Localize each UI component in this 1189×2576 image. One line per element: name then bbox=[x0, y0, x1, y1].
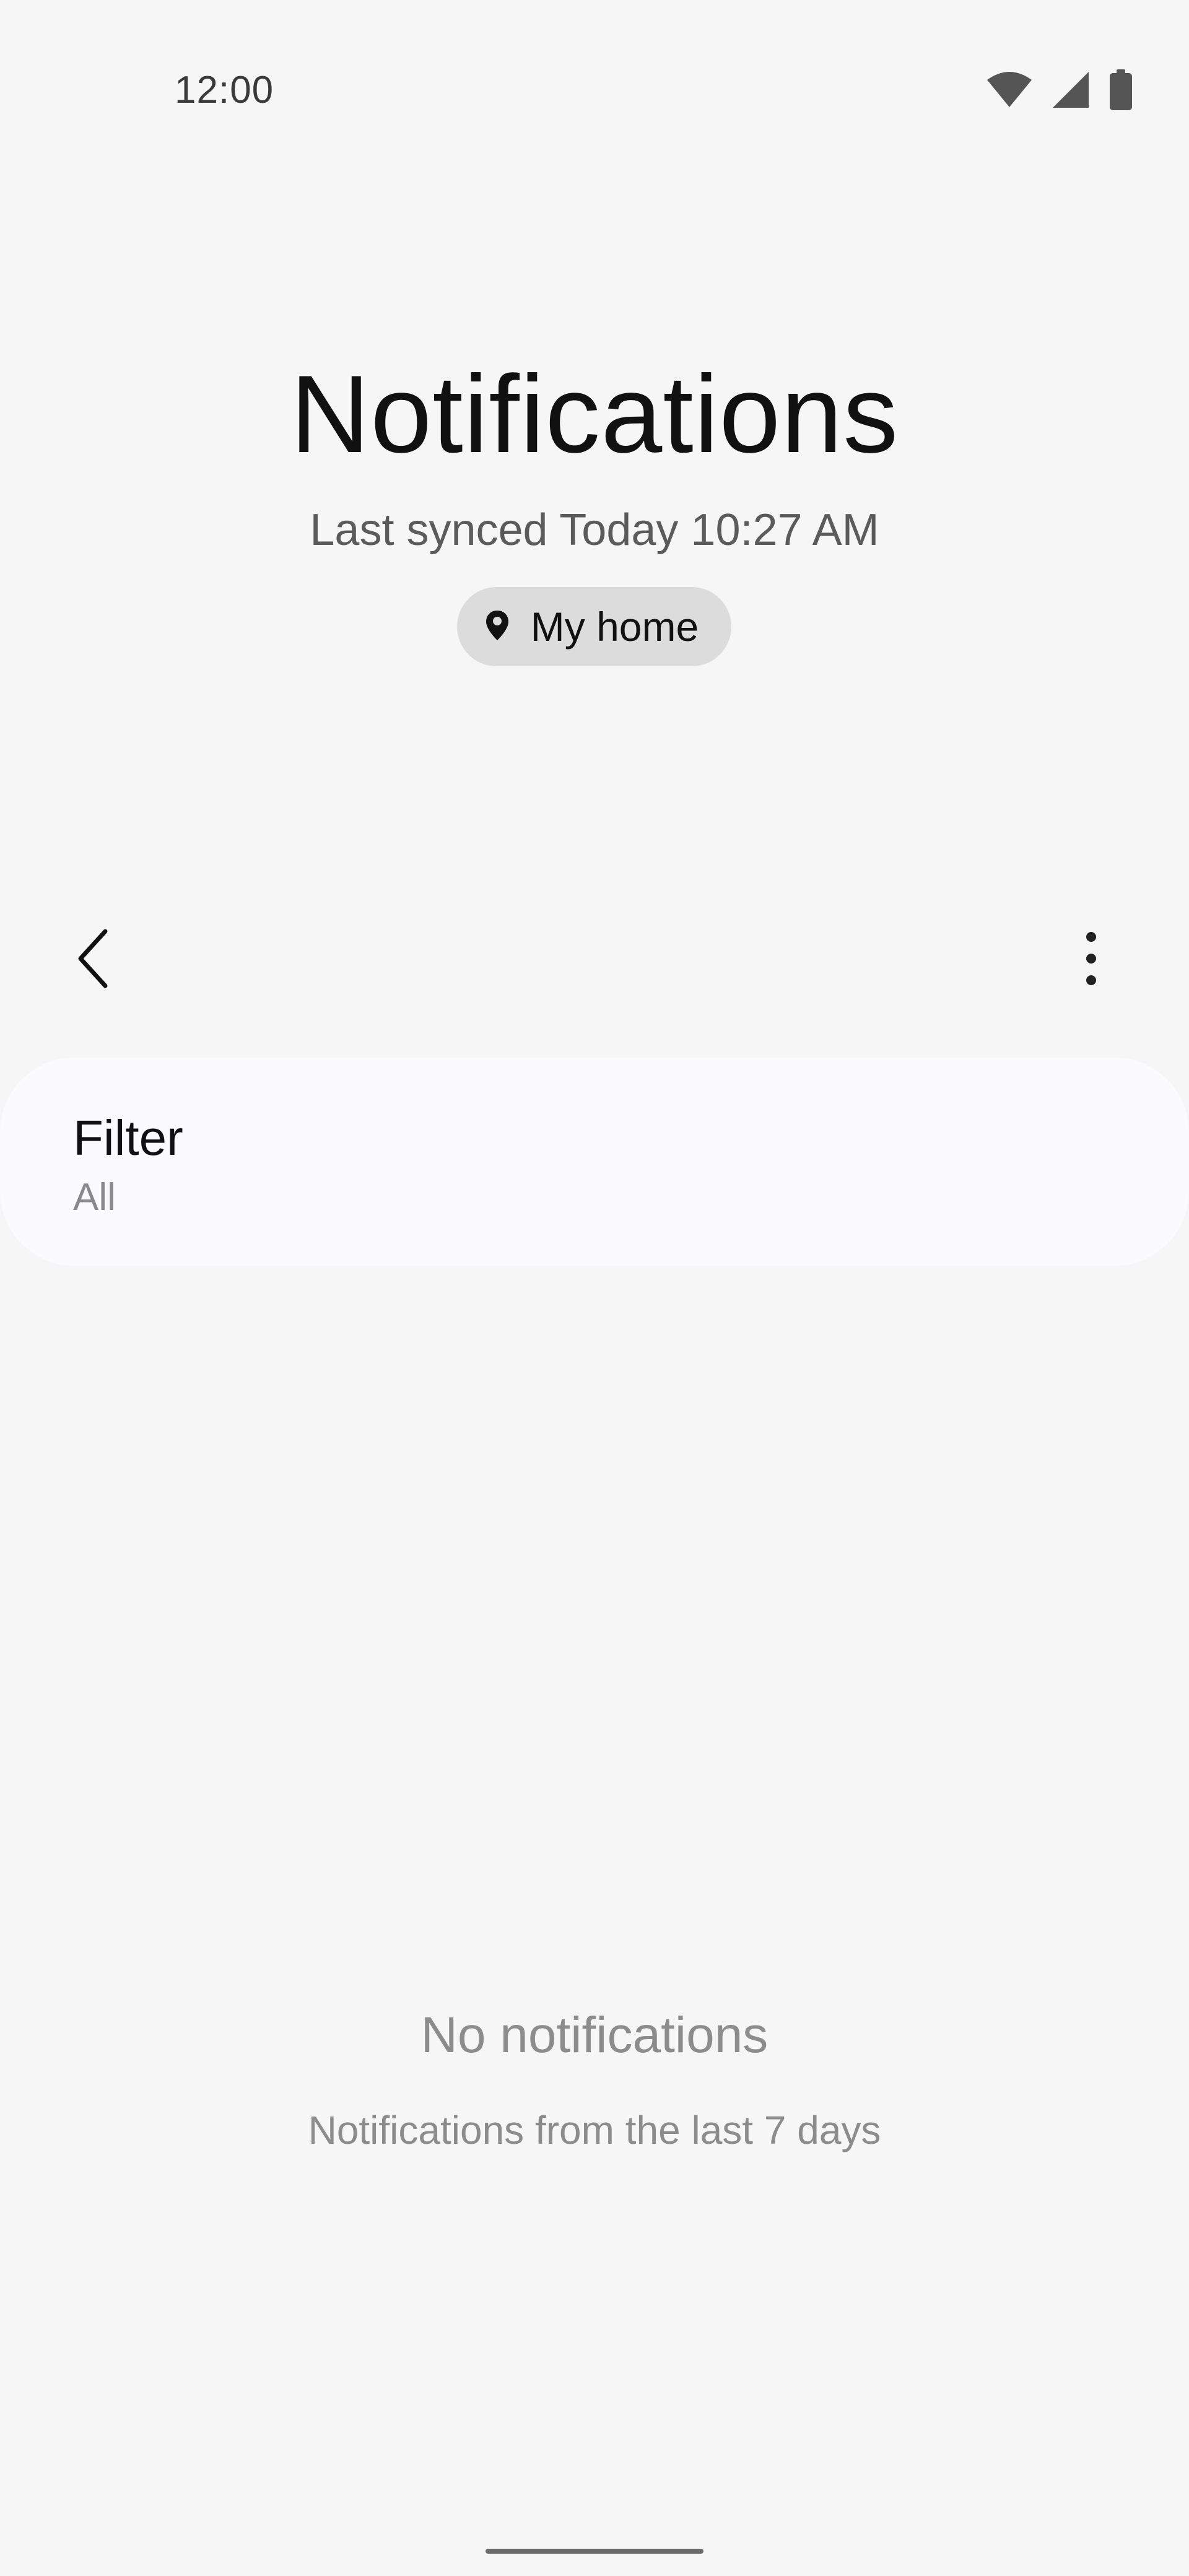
empty-state-subtitle: Notifications from the last 7 days bbox=[308, 2108, 881, 2152]
empty-state-title: No notifications bbox=[420, 2007, 769, 2063]
location-chip[interactable]: My home bbox=[457, 587, 731, 666]
page-title: Notifications bbox=[290, 352, 899, 476]
filter-value: All bbox=[73, 1176, 116, 1219]
battery-icon bbox=[1108, 69, 1133, 110]
last-synced-text: Last synced Today 10:27 AM bbox=[310, 505, 879, 555]
back-chevron-icon bbox=[74, 928, 111, 993]
location-pin-icon bbox=[485, 609, 510, 645]
back-button[interactable] bbox=[62, 923, 124, 997]
more-vertical-icon bbox=[1085, 931, 1097, 990]
signal-icon bbox=[1052, 71, 1090, 109]
more-options-button[interactable] bbox=[1060, 923, 1122, 997]
filter-item[interactable]: Filter All bbox=[0, 1058, 1189, 1266]
status-time: 12:00 bbox=[175, 69, 274, 111]
gesture-navigation-bar[interactable] bbox=[486, 2549, 703, 2554]
filter-title: Filter bbox=[73, 1110, 183, 1165]
location-chip-label: My home bbox=[530, 604, 699, 650]
status-icons bbox=[986, 69, 1133, 110]
wifi-icon bbox=[986, 71, 1033, 108]
